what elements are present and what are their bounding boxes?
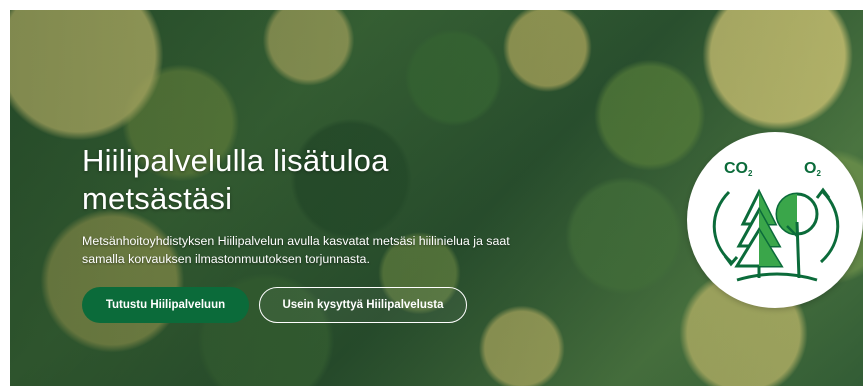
hero-section: Hiilipalvelulla lisätuloa metsästäsi Met… xyxy=(10,10,863,386)
hero-content: Hiilipalvelulla lisätuloa metsästäsi Met… xyxy=(82,142,552,268)
hero-actions: Tutustu Hiilipalveluun Usein kysyttyä Hi… xyxy=(82,287,467,323)
faq-carbon-service-button[interactable]: Usein kysyttyä Hiilipalvelusta xyxy=(259,287,467,323)
hero-description: Metsänhoitoyhdistyksen Hiilipalvelun avu… xyxy=(82,234,510,266)
hero-title-line-2: metsästäsi xyxy=(82,181,233,216)
hero-title: Hiilipalvelulla lisätuloa metsästäsi xyxy=(82,142,552,218)
carbon-cycle-trees-icon xyxy=(712,187,840,282)
hero-title-line-1: Hiilipalvelulla lisätuloa xyxy=(82,143,389,178)
carbon-cycle-badge: CO2 O2 xyxy=(687,132,863,308)
explore-carbon-service-button[interactable]: Tutustu Hiilipalveluun xyxy=(82,287,249,323)
